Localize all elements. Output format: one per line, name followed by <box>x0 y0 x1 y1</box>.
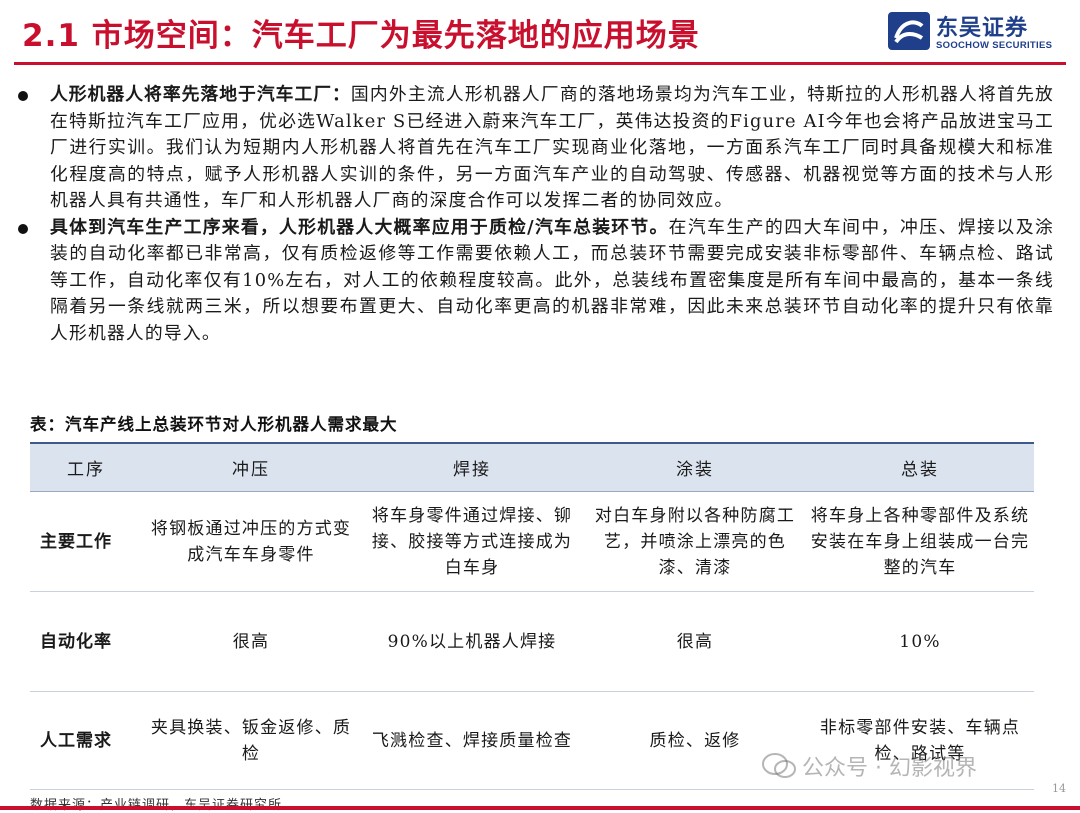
table-cell: 飞溅检查、焊接质量检查 <box>360 691 584 790</box>
data-source-note: 数据来源：产业链调研，东吴证券研究所 <box>30 794 282 813</box>
footer-bar <box>0 806 1080 810</box>
table-header-cell: 焊接 <box>360 442 584 492</box>
page-number: 14 <box>1052 782 1066 795</box>
header-divider <box>14 62 1066 65</box>
table-cell: 将车身上各种零部件及系统安装在车身上组装成一台完整的汽车 <box>806 491 1034 592</box>
table-cell: 夹具换装、钣金返修、质检 <box>142 691 360 790</box>
row-header: 主要工作 <box>30 491 142 592</box>
bullet-lead: 具体到汽车生产工序来看，人形机器人大概率应用于质检/汽车总装环节。 <box>50 216 669 238</box>
table-cell: 很高 <box>584 591 806 692</box>
bullet-dot-icon <box>18 223 28 234</box>
bullet-item: 人形机器人将率先落地于汽车工厂：国内外主流人形机器人厂商的落地场景均为汽车工业，… <box>14 82 1054 215</box>
page-title: 2.1 市场空间：汽车工厂为最先落地的应用场景 <box>22 18 700 54</box>
table-cell: 对白车身附以各种防腐工艺，并喷涂上漂亮的色漆、清漆 <box>584 491 806 592</box>
soochow-logo-icon <box>888 12 930 50</box>
bullet-lead: 人形机器人将率先落地于汽车工厂： <box>50 84 351 105</box>
table-cell: 将钢板通过冲压的方式变成汽车车身零件 <box>142 491 360 592</box>
table-cell: 90%以上机器人焊接 <box>360 591 584 692</box>
wechat-icon <box>762 752 796 786</box>
watermark-text: 公众号 · 幻影视界 <box>802 756 977 781</box>
table-row: 自动化率 很高 90%以上机器人焊接 很高 10% <box>30 591 1034 692</box>
bullet-dot-icon <box>18 91 28 101</box>
process-table: 工序 冲压 焊接 涂装 总装 主要工作 将钢板通过冲压的方式变成汽车车身零件 将… <box>30 442 1034 790</box>
bullet-list: 人形机器人将率先落地于汽车工厂：国内外主流人形机器人厂商的落地场景均为汽车工业，… <box>14 82 1054 347</box>
row-header: 自动化率 <box>30 591 142 692</box>
logo-chinese-name: 东吴证券 <box>936 16 1029 41</box>
slide-header: 2.1 市场空间：汽车工厂为最先落地的应用场景 东吴证券 SOOCHOW SEC… <box>0 0 1080 62</box>
table-header-cell: 冲压 <box>142 442 360 492</box>
bullet-paragraph: 具体到汽车生产工序来看，人形机器人大概率应用于质检/汽车总装环节。在汽车生产的四… <box>50 215 1054 348</box>
table-cell: 将车身零件通过焊接、铆接、胶接等方式连接成为白车身 <box>360 491 584 592</box>
table-header-cell: 工序 <box>30 442 142 492</box>
table-caption: 表：汽车产线上总装环节对人形机器人需求最大 <box>30 415 398 434</box>
table-row: 主要工作 将钢板通过冲压的方式变成汽车车身零件 将车身零件通过焊接、铆接、胶接等… <box>30 491 1034 592</box>
brand-logo: 东吴证券 SOOCHOW SECURITIES <box>888 10 1058 54</box>
table-header-cell: 涂装 <box>584 442 806 492</box>
table-header-cell: 总装 <box>806 442 1034 492</box>
row-header: 人工需求 <box>30 691 142 790</box>
bullet-item: 具体到汽车生产工序来看，人形机器人大概率应用于质检/汽车总装环节。在汽车生产的四… <box>14 215 1054 348</box>
logo-english-name: SOOCHOW SECURITIES <box>936 40 1053 51</box>
bullet-paragraph: 人形机器人将率先落地于汽车工厂：国内外主流人形机器人厂商的落地场景均为汽车工业，… <box>50 82 1054 215</box>
table-header-row: 工序 冲压 焊接 涂装 总装 <box>30 442 1034 492</box>
watermark: 公众号 · 幻影视界 <box>762 750 977 786</box>
table-cell: 10% <box>806 591 1034 692</box>
table-cell: 很高 <box>142 591 360 692</box>
